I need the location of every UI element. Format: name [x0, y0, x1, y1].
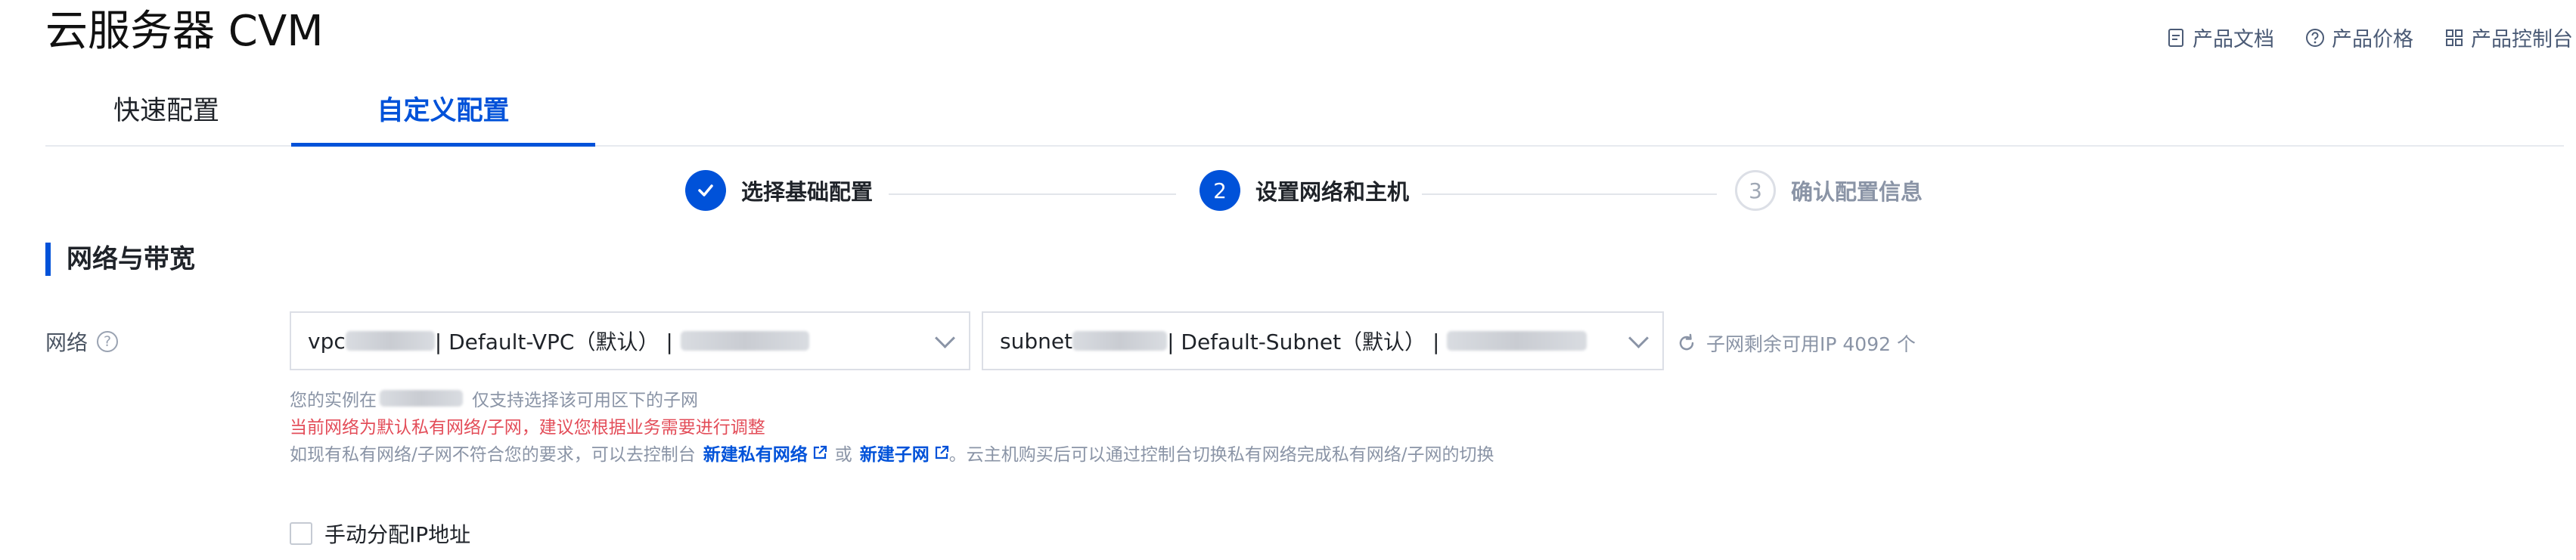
subnet-select[interactable]: subnet | Default-Subnet（默认） |	[982, 311, 1664, 370]
vpc-prefix: vpc	[308, 328, 346, 354]
step-done-circle	[685, 170, 726, 211]
chevron-down-icon	[935, 327, 955, 348]
question-circle-icon	[2306, 28, 2324, 47]
product-docs-label: 产品文档	[2193, 28, 2274, 51]
section-title: 网络与带宽	[67, 244, 195, 274]
vpc-name: | Default-VPC（默认） |	[434, 330, 673, 354]
external-link-icon	[813, 445, 827, 459]
new-vpc-link-label: 新建私有网络	[703, 445, 808, 465]
create-hint-suffix: 。云主机购买后可以通过控制台切换私有网络完成私有网络/子网的切换	[948, 445, 1494, 465]
step-number-circle: 2	[1200, 170, 1240, 211]
product-price-link[interactable]: 产品价格	[2304, 23, 2413, 52]
default-network-warning: 当前网络为默认私有网络/子网，建议您根据业务需要进行调整	[290, 418, 765, 438]
check-icon	[698, 184, 713, 196]
step-number-circle: 3	[1735, 170, 1776, 211]
manual-ip-checkbox[interactable]	[290, 522, 312, 545]
new-subnet-link[interactable]: 新建子网	[860, 440, 949, 466]
refresh-icon[interactable]	[1676, 333, 1697, 354]
product-console-link[interactable]: 产品控制台	[2444, 23, 2573, 52]
network-label: 网络	[45, 330, 88, 355]
redacted-zone	[380, 390, 463, 407]
zone-hint-suffix: 仅支持选择该可用区下的子网	[472, 391, 698, 410]
manual-ip-label: 手动分配IP地址	[324, 522, 471, 547]
chevron-down-icon	[1628, 327, 1649, 348]
new-vpc-link[interactable]: 新建私有网络	[703, 440, 827, 466]
step-label: 设置网络和主机	[1255, 179, 1410, 205]
subnet-name: | Default-Subnet（默认） |	[1167, 330, 1440, 354]
step-select-basic-config: 选择基础配置	[685, 170, 873, 211]
product-price-label: 产品价格	[2332, 28, 2413, 51]
subnet-select-value: subnet | Default-Subnet（默认） |	[1000, 326, 1619, 356]
grid-icon	[2446, 29, 2463, 46]
step-label: 选择基础配置	[741, 179, 874, 205]
config-tabs: 快速配置 自定义配置	[45, 88, 2564, 147]
external-link-icon	[935, 445, 948, 459]
section-accent-bar	[45, 243, 51, 276]
zone-hint-prefix: 您的实例在	[290, 391, 377, 410]
step-confirm-config: 3 确认配置信息	[1735, 170, 1923, 211]
product-console-label: 产品控制台	[2471, 28, 2573, 51]
network-field-label: 网络 ?	[45, 326, 119, 357]
subnet-prefix: subnet	[1000, 328, 1073, 354]
tab-custom-config[interactable]: 自定义配置	[291, 88, 595, 147]
zone-hint: 您的实例在 仅支持选择该可用区下的子网	[290, 385, 698, 411]
product-docs-link[interactable]: 产品文档	[2165, 23, 2274, 52]
step-connector-2	[1422, 193, 1717, 195]
vpc-select[interactable]: vpc | Default-VPC（默认） |	[290, 311, 970, 370]
header-links: 产品文档 产品价格 产品控制台	[2165, 23, 2573, 52]
redacted-vpc-id	[345, 331, 435, 351]
vpc-select-value: vpc | Default-VPC（默认） |	[308, 326, 926, 356]
step-network-and-host: 2 设置网络和主机	[1200, 170, 1409, 211]
create-hint-prefix: 如现有私有网络/子网不符合您的要求，可以去控制台	[290, 445, 696, 465]
manual-ip-option[interactable]: 手动分配IP地址	[290, 518, 470, 549]
create-hint-or: 或	[834, 445, 852, 465]
create-network-hint: 如现有私有网络/子网不符合您的要求，可以去控制台 新建私有网络 或 新建子网 。…	[290, 440, 1494, 466]
doc-icon	[2168, 28, 2183, 47]
available-ip-text: 子网剩余可用IP 4092 个	[1706, 333, 1916, 355]
redacted-subnet-id	[1072, 331, 1168, 351]
page-title: 云服务器 CVM	[45, 7, 324, 56]
step-connector-1	[889, 193, 1176, 195]
tab-quick-config[interactable]: 快速配置	[45, 88, 287, 145]
subnet-ip-info: 子网剩余可用IP 4092 个	[1676, 330, 1916, 357]
new-subnet-link-label: 新建子网	[859, 445, 930, 465]
redacted-subnet-cidr	[1447, 331, 1587, 351]
redacted-vpc-cidr	[680, 331, 809, 351]
step-label: 确认配置信息	[1791, 179, 1923, 205]
help-icon[interactable]: ?	[97, 331, 119, 352]
